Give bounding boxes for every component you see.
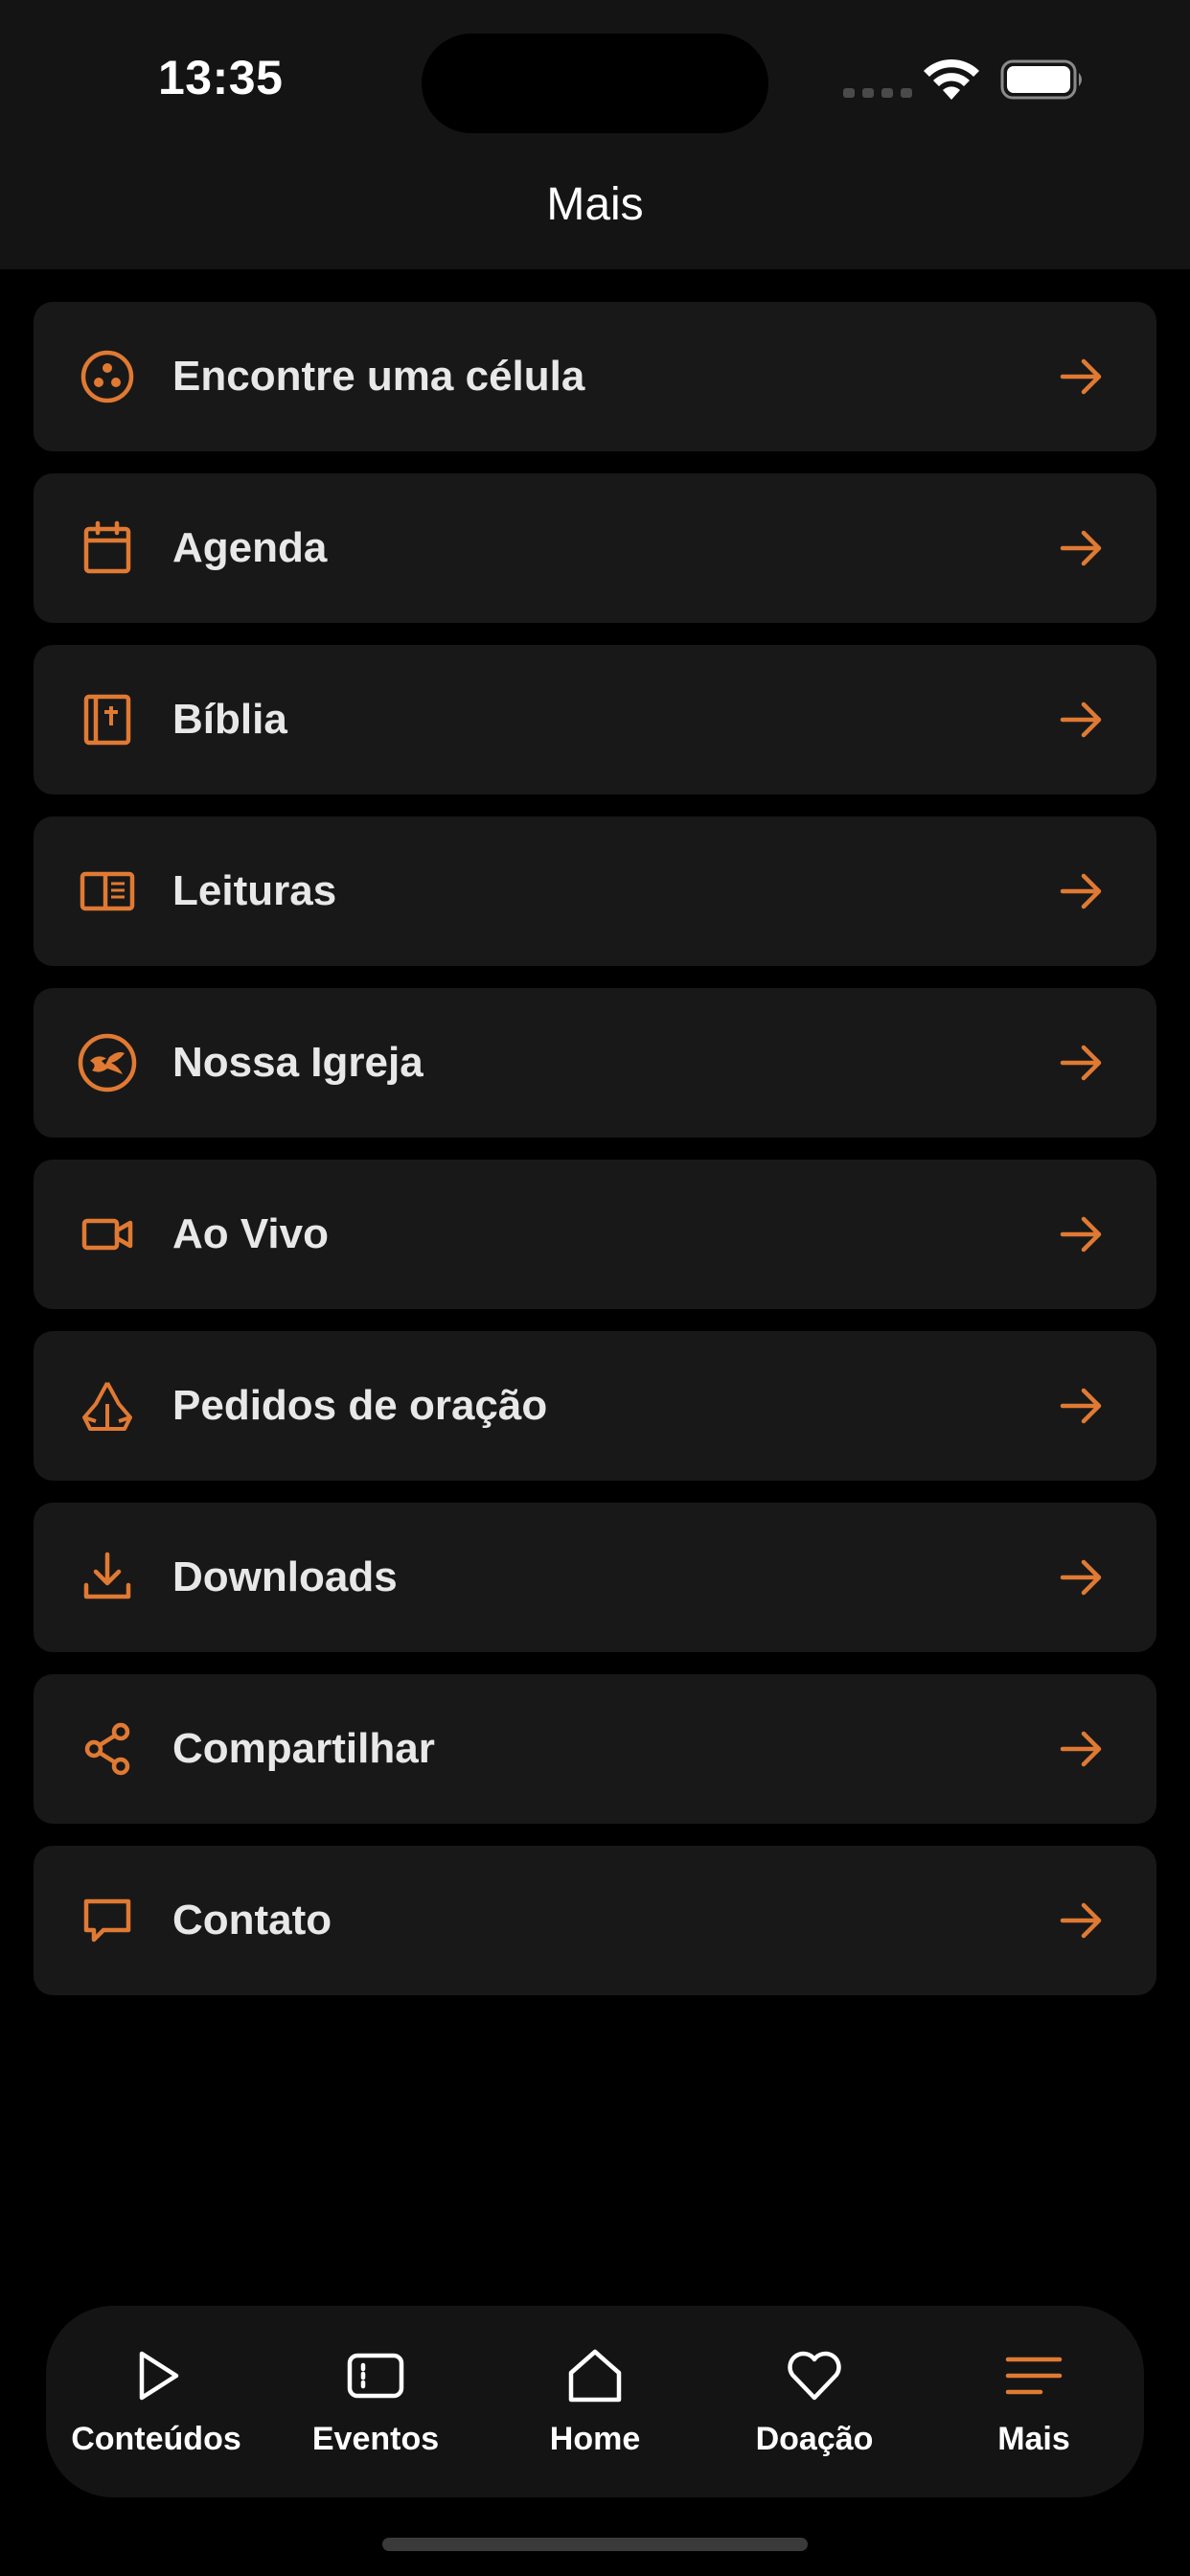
menu-item-contato[interactable]: Contato — [34, 1846, 1156, 1995]
menu-item-label: Bíblia — [172, 696, 287, 743]
menu-item-label: Encontre uma célula — [172, 353, 585, 400]
menu-item-downloads[interactable]: Downloads — [34, 1503, 1156, 1652]
page-title: Mais — [546, 179, 644, 230]
tab-label: Home — [549, 2421, 641, 2457]
menu-item-label: Nossa Igreja — [172, 1039, 423, 1086]
menu-item-label: Ao Vivo — [172, 1210, 330, 1257]
arrow-right-icon — [1060, 702, 1102, 738]
download-icon — [83, 1552, 131, 1599]
church-logo-icon — [78, 1033, 137, 1092]
arrow-right-icon — [1060, 358, 1102, 395]
status-bar-time: 13:35 — [158, 51, 284, 104]
praying-hands-icon — [82, 1382, 132, 1431]
tab-mais[interactable]: Mais — [924, 2306, 1144, 2497]
menu-item-label: Agenda — [172, 524, 328, 571]
menu-item-label: Contato — [172, 1897, 332, 1944]
tab-doacao[interactable]: Doação — [704, 2306, 925, 2497]
play-icon — [139, 2351, 179, 2401]
ticket-icon — [347, 2353, 404, 2399]
arrow-right-icon — [1060, 1559, 1102, 1596]
tab-eventos[interactable]: Eventos — [265, 2306, 486, 2497]
dynamic-island — [422, 34, 768, 133]
arrow-right-icon — [1060, 1045, 1102, 1081]
arrow-right-icon — [1060, 1731, 1102, 1767]
menu-item-label: Downloads — [172, 1553, 398, 1600]
menu-item-biblia[interactable]: Bíblia — [34, 645, 1156, 794]
calendar-icon — [83, 520, 131, 574]
tab-label: Doação — [755, 2421, 874, 2457]
battery-icon — [1000, 59, 1082, 100]
menu-lines-icon — [1005, 2357, 1063, 2395]
tab-label: Conteúdos — [71, 2421, 241, 2457]
menu-item-nossa-igreja[interactable]: Nossa Igreja — [34, 988, 1156, 1138]
menu-item-label: Compartilhar — [172, 1725, 435, 1772]
home-icon — [568, 2349, 622, 2403]
arrow-right-icon — [1060, 873, 1102, 909]
video-camera-icon — [81, 1218, 133, 1251]
wifi-icon — [924, 58, 979, 100]
menu-item-ao-vivo[interactable]: Ao Vivo — [34, 1160, 1156, 1309]
tab-label: Mais — [997, 2421, 1070, 2457]
top-header: 13:35 Mais — [0, 0, 1190, 269]
menu-item-agenda[interactable]: Agenda — [34, 473, 1156, 623]
tab-label: Eventos — [311, 2421, 440, 2457]
arrow-right-icon — [1060, 1902, 1102, 1939]
share-icon — [84, 1722, 130, 1776]
book-open-icon — [80, 871, 135, 911]
menu-item-pedidos-oracao[interactable]: Pedidos de oração — [34, 1331, 1156, 1481]
arrow-right-icon — [1060, 530, 1102, 566]
arrow-right-icon — [1060, 1388, 1102, 1424]
menu-item-label: Leituras — [172, 867, 337, 914]
arrow-right-icon — [1060, 1216, 1102, 1253]
bottom-tab-bar: Conteúdos Eventos Home Doação Mais — [46, 2306, 1144, 2497]
cell-group-icon — [80, 350, 134, 403]
menu-item-label: Pedidos de oração — [172, 1382, 548, 1429]
tab-home[interactable]: Home — [485, 2306, 705, 2497]
chat-bubble-icon — [83, 1898, 131, 1943]
heart-icon — [788, 2351, 841, 2401]
home-indicator — [382, 2538, 808, 2551]
tab-conteudos[interactable]: Conteúdos — [46, 2306, 266, 2497]
cellular-signal-icon — [843, 88, 912, 98]
menu-item-leituras[interactable]: Leituras — [34, 816, 1156, 966]
menu-item-encontre-celula[interactable]: Encontre uma célula — [34, 302, 1156, 451]
bible-icon — [83, 694, 131, 746]
more-menu-list: Encontre uma célula Agenda Bíblia Leitur… — [34, 302, 1156, 2017]
menu-item-compartilhar[interactable]: Compartilhar — [34, 1674, 1156, 1824]
